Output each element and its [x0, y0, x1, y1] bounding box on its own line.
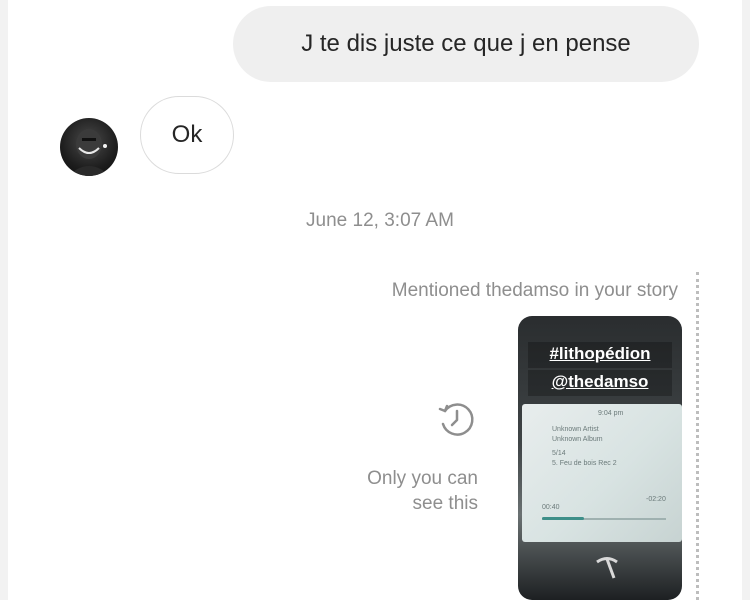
player-track-number: 5/14	[552, 450, 566, 457]
player-time: 9:04 pm	[598, 410, 624, 417]
story-mention-tag[interactable]: @thedamso	[518, 372, 682, 392]
message-timestamp: June 12, 3:07 AM	[306, 210, 454, 231]
privacy-notice-line-2: see this	[412, 493, 478, 514]
incoming-message-text: Ok	[171, 121, 203, 148]
privacy-notice: Only you can see this	[367, 466, 478, 516]
avatar[interactable]	[60, 118, 118, 176]
player-artist: Unknown Artist	[552, 426, 599, 433]
player-remaining: -02:20	[646, 496, 666, 503]
outgoing-message-bubble[interactable]: J te dis juste ce que j en pense	[233, 6, 699, 82]
pickaxe-icon	[596, 557, 618, 579]
story-mention-label: Mentioned thedamso in your story	[391, 280, 678, 301]
player-track-title: 5. Feu de bois Rec 2	[552, 460, 617, 467]
avatar-person-icon	[68, 129, 110, 176]
story-thread-divider	[696, 272, 699, 600]
frame-edge-left	[0, 0, 8, 600]
frame-edge-right	[742, 0, 750, 600]
story-player-screen: 9:04 pm Unknown Artist Unknown Album 5/1…	[522, 404, 682, 542]
story-hashtag[interactable]: #lithopédion	[518, 344, 682, 364]
story-thumbnail[interactable]: #lithopédion @thedamso 9:04 pm Unknown A…	[518, 316, 682, 600]
outgoing-message-text: J te dis juste ce que j en pense	[301, 30, 631, 57]
player-elapsed: 00:40	[542, 504, 560, 511]
privacy-notice-line-1: Only you can	[367, 468, 478, 489]
player-album: Unknown Album	[552, 436, 603, 443]
player-progress-fill	[542, 517, 584, 520]
history-icon	[438, 403, 474, 436]
incoming-message-bubble[interactable]: Ok	[140, 96, 234, 174]
